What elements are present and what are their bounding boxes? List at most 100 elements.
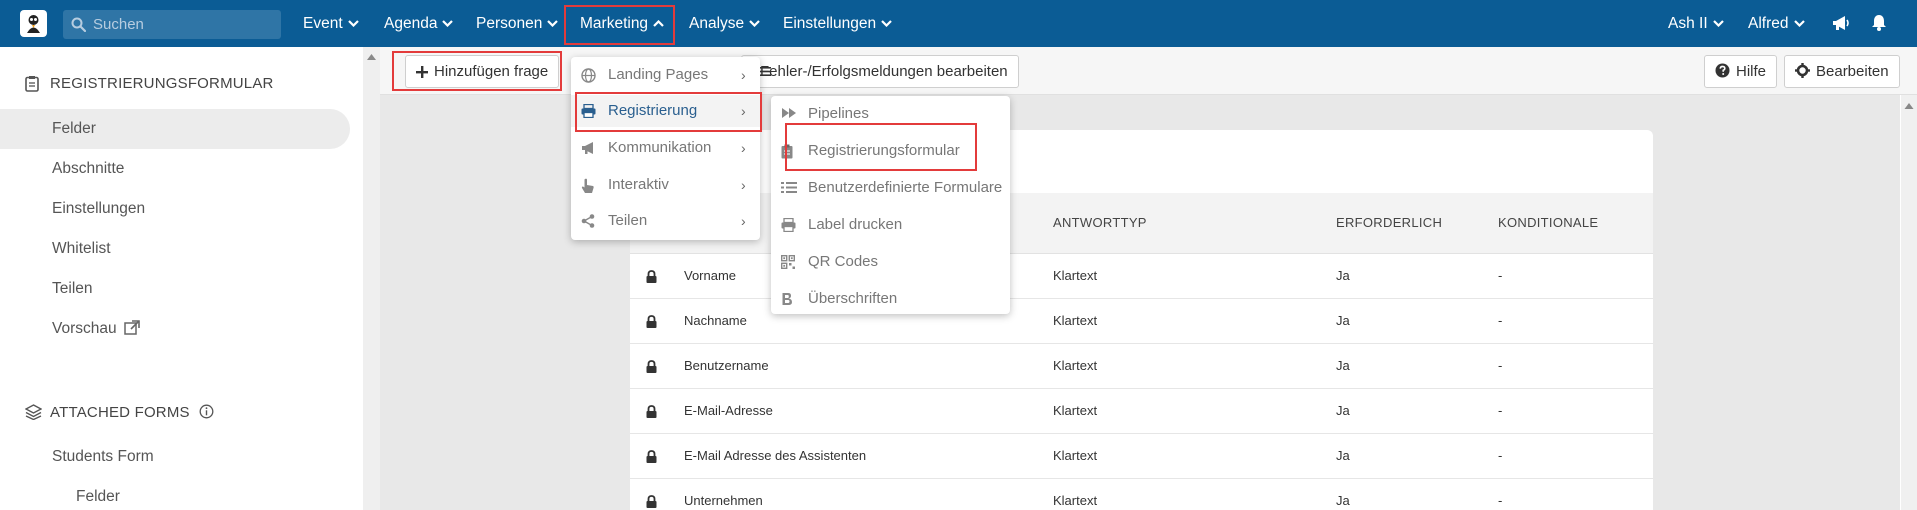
nav-marketing[interactable]: Marketing bbox=[580, 0, 664, 47]
megaphone-icon bbox=[1833, 16, 1849, 30]
chevron-right-icon: › bbox=[741, 67, 746, 83]
answer-type-cell: Klartext bbox=[1053, 268, 1098, 283]
field-name-cell: Vorname bbox=[684, 268, 737, 283]
sidebar-item-teilen[interactable]: Teilen bbox=[0, 269, 350, 309]
clipboard-icon bbox=[781, 144, 793, 159]
menu-item-label: Teilen bbox=[608, 212, 648, 229]
menu-item-pipelines[interactable]: Pipelines bbox=[771, 98, 1010, 130]
user-menu-ash[interactable]: Ash II bbox=[1668, 0, 1724, 47]
main-scrollbar[interactable] bbox=[1901, 95, 1917, 510]
search-box[interactable] bbox=[63, 10, 281, 39]
edit-button[interactable]: Bearbeiten bbox=[1784, 55, 1900, 88]
table-row[interactable]: E-Mail-Adresse Klartext Ja - bbox=[630, 389, 1653, 434]
notifications-button[interactable] bbox=[1871, 14, 1887, 32]
conditional-cell: - bbox=[1498, 493, 1503, 508]
nav-event[interactable]: Event bbox=[303, 0, 359, 47]
sidebar-item-vorschau[interactable]: Vorschau bbox=[0, 309, 350, 349]
lock-icon bbox=[646, 495, 657, 508]
attached-forms-title: ATTACHED FORMS bbox=[50, 404, 190, 421]
nav-einstellungen-label: Einstellungen bbox=[783, 15, 877, 32]
qrcode-icon bbox=[781, 255, 795, 269]
table-row[interactable]: Unternehmen Klartext Ja - bbox=[630, 479, 1653, 510]
nav-agenda[interactable]: Agenda bbox=[384, 0, 454, 47]
sidebar-scrollbar[interactable] bbox=[363, 47, 380, 510]
nav-einstellungen[interactable]: Einstellungen bbox=[783, 0, 892, 47]
menu-item-label-drucken[interactable]: Label drucken bbox=[771, 209, 1010, 241]
nav-personen-label: Personen bbox=[476, 15, 543, 32]
sidebar-item-whitelist[interactable]: Whitelist bbox=[0, 229, 350, 269]
menu-item-ueberschriften[interactable]: Überschriften bbox=[771, 283, 1010, 315]
nav-marketing-label: Marketing bbox=[580, 15, 649, 32]
chevron-down-icon bbox=[1793, 20, 1805, 27]
sidebar-item-felder[interactable]: Felder bbox=[0, 109, 350, 149]
menu-item-label: Label drucken bbox=[808, 216, 903, 233]
marketing-dropdown: Landing Pages › Registrierung › Kommunik… bbox=[571, 57, 760, 240]
sidebar-item-students-form[interactable]: Students Form bbox=[0, 437, 350, 477]
chevron-down-icon bbox=[347, 20, 359, 27]
menu-item-label: Registrierungsformular bbox=[808, 142, 960, 159]
question-circle-icon bbox=[1715, 63, 1730, 78]
nav-personen[interactable]: Personen bbox=[476, 0, 559, 47]
column-header-konditionale: KONDITIONALE bbox=[1498, 215, 1599, 230]
sidebar-item-label: Einstellungen bbox=[52, 200, 146, 217]
sidebar-item-abschnitte[interactable]: Abschnitte bbox=[0, 149, 350, 189]
edit-messages-button[interactable]: Fehler-/Erfolgsmeldungen bearbeiten bbox=[741, 55, 1019, 88]
menu-item-label: Pipelines bbox=[808, 105, 869, 122]
required-cell: Ja bbox=[1336, 313, 1350, 328]
bell-icon bbox=[1872, 15, 1886, 31]
user-menu-alfred[interactable]: Alfred bbox=[1748, 0, 1805, 47]
user-menu-ash-label: Ash II bbox=[1668, 15, 1708, 32]
menu-item-landing-pages[interactable]: Landing Pages › bbox=[571, 59, 760, 91]
table-row[interactable]: Benutzername Klartext Ja - bbox=[630, 344, 1653, 389]
menu-item-benutzerdefinierte-formulare[interactable]: Benutzerdefinierte Formulare bbox=[771, 172, 1010, 204]
chevron-up-icon bbox=[653, 20, 664, 27]
sidebar-item-einstellungen[interactable]: Einstellungen bbox=[0, 189, 350, 229]
nav-analyse[interactable]: Analyse bbox=[689, 0, 760, 47]
list-icon bbox=[760, 67, 771, 76]
lock-icon bbox=[646, 360, 657, 373]
sidebar-item-label: Vorschau bbox=[52, 320, 117, 337]
search-icon bbox=[71, 17, 86, 32]
megaphone-icon bbox=[582, 142, 593, 154]
user-menu-alfred-label: Alfred bbox=[1748, 15, 1789, 32]
required-cell: Ja bbox=[1336, 403, 1350, 418]
answer-type-cell: Klartext bbox=[1053, 313, 1098, 328]
chevron-down-icon bbox=[442, 20, 454, 27]
lock-icon bbox=[646, 450, 657, 463]
edit-messages-label: Fehler-/Erfolgsmeldungen bearbeiten bbox=[760, 63, 1008, 80]
scroll-up-arrow-icon[interactable] bbox=[1901, 100, 1917, 112]
search-input[interactable] bbox=[93, 10, 273, 39]
list-icon bbox=[781, 182, 797, 193]
sidebar-item-students-form-felder[interactable]: Felder bbox=[0, 477, 350, 510]
info-icon[interactable] bbox=[199, 404, 214, 419]
menu-item-qr-codes[interactable]: QR Codes bbox=[771, 246, 1010, 278]
announcements-button[interactable] bbox=[1832, 15, 1850, 33]
sidebar-item-label: Felder bbox=[76, 488, 120, 505]
scroll-up-arrow-icon[interactable] bbox=[363, 51, 380, 63]
nav-agenda-label: Agenda bbox=[384, 15, 438, 32]
field-name-cell: Unternehmen bbox=[684, 493, 763, 508]
answer-type-cell: Klartext bbox=[1053, 403, 1098, 418]
sidebar-section-title: REGISTRIERUNGSFORMULAR bbox=[50, 75, 274, 92]
menu-item-registrierungsformular[interactable]: Registrierungsformular bbox=[771, 135, 1010, 167]
add-question-button[interactable]: Hinzufügen frage bbox=[405, 55, 560, 88]
menu-item-interaktiv[interactable]: Interaktiv › bbox=[571, 169, 760, 201]
conditional-cell: - bbox=[1498, 313, 1503, 328]
menu-item-kommunikation[interactable]: Kommunikation › bbox=[571, 132, 760, 164]
app-logo[interactable] bbox=[20, 10, 47, 37]
sidebar-item-label: Abschnitte bbox=[52, 160, 125, 177]
registrierung-submenu: Pipelines Registrierungsformular Benutze… bbox=[771, 96, 1010, 314]
field-name-cell: E-Mail Adresse des Assistenten bbox=[684, 448, 867, 463]
menu-item-registrierung[interactable]: Registrierung › bbox=[571, 95, 760, 127]
required-cell: Ja bbox=[1336, 448, 1350, 463]
printer-icon bbox=[781, 218, 796, 232]
help-button[interactable]: Hilfe bbox=[1704, 55, 1778, 88]
gear-icon bbox=[1795, 63, 1810, 78]
menu-item-teilen[interactable]: Teilen › bbox=[571, 205, 760, 237]
answer-type-cell: Klartext bbox=[1053, 358, 1098, 373]
clipboard-icon bbox=[25, 76, 39, 92]
share-icon bbox=[581, 214, 595, 228]
nav-analyse-label: Analyse bbox=[689, 15, 745, 32]
table-row[interactable]: E-Mail Adresse des Assistenten Klartext … bbox=[630, 434, 1653, 479]
field-name-cell: E-Mail-Adresse bbox=[684, 403, 773, 418]
